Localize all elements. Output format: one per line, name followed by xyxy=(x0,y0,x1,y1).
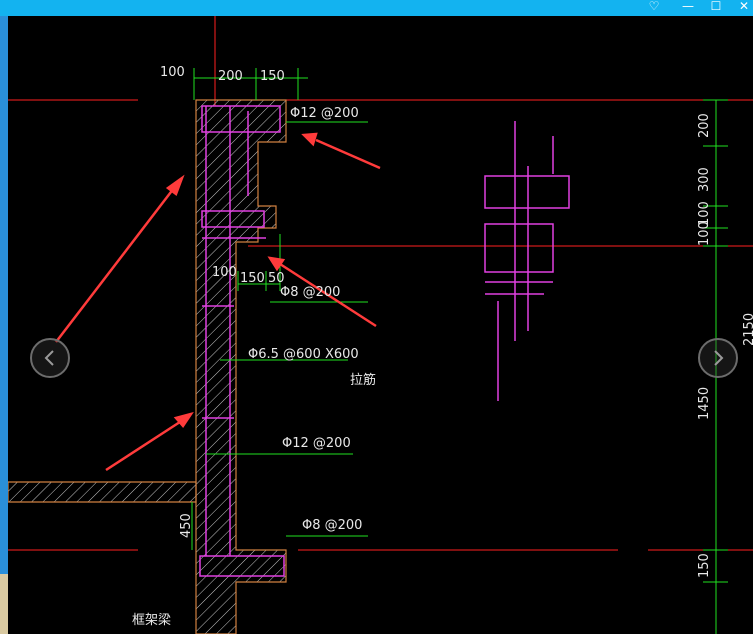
dim-right-2150: 2150 xyxy=(742,313,753,346)
next-image-button[interactable] xyxy=(698,338,738,378)
dim-top-mid: 200 xyxy=(218,69,243,84)
help-icon[interactable]: ♡ xyxy=(640,0,668,16)
maximize-button[interactable]: ☐ xyxy=(702,0,730,16)
red-grid-lines xyxy=(8,16,753,551)
rebar-label-4: Φ12 @200 xyxy=(282,436,351,451)
cad-drawing-viewer[interactable]: 100 200 150 100 150 50 450 200 300 100 1… xyxy=(8,16,753,634)
chevron-right-icon xyxy=(714,350,724,366)
chevron-left-icon xyxy=(44,350,54,366)
rebar-label-2: Φ8 @200 xyxy=(280,285,340,300)
rebar-label-3-note: 拉筋 xyxy=(350,372,376,388)
rebar-label-1: Φ12 @200 xyxy=(290,106,359,121)
frame-beam-label: 框架梁 xyxy=(132,613,171,628)
dim-top-right: 150 xyxy=(260,69,285,84)
window-titlebar: ♡ — ☐ ✕ xyxy=(0,0,753,16)
dim-top-left: 100 xyxy=(160,65,185,80)
previous-image-button[interactable] xyxy=(30,338,70,378)
cad-drawing: 100 200 150 100 150 50 450 200 300 100 1… xyxy=(8,16,753,634)
dim-mid-50: 50 xyxy=(268,271,285,286)
dim-right-200: 200 xyxy=(697,113,712,138)
dim-right-100b: 100 xyxy=(697,221,712,246)
rebar-label-3: Φ6.5 @600 X600 xyxy=(248,347,359,362)
dim-right-150: 150 xyxy=(697,553,712,578)
left-background-strip xyxy=(0,16,8,634)
dim-mid-100: 100 xyxy=(212,265,237,280)
dim-left-450: 450 xyxy=(179,513,194,538)
minimize-button[interactable]: — xyxy=(674,0,702,16)
dim-right-300: 300 xyxy=(697,167,712,192)
left-strip-bottom xyxy=(0,574,8,634)
dim-right-1450: 1450 xyxy=(697,387,712,420)
close-button[interactable]: ✕ xyxy=(730,0,753,16)
rebar-label-5: Φ8 @200 xyxy=(302,518,362,533)
dim-mid-150: 150 xyxy=(240,271,265,286)
